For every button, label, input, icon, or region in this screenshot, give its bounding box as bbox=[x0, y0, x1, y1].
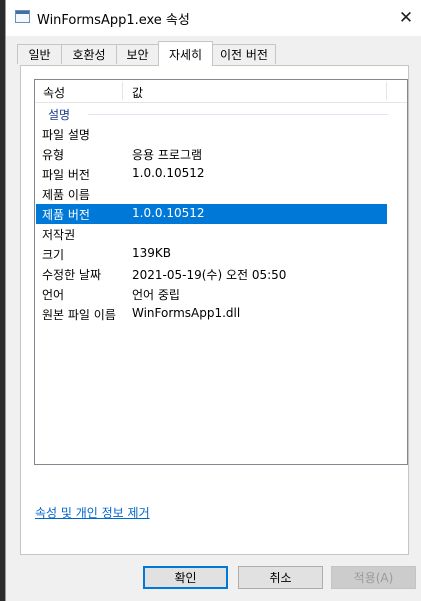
property-name: 크기 bbox=[42, 248, 65, 262]
application-icon bbox=[15, 10, 30, 23]
group-header-description: 설명 bbox=[35, 104, 407, 124]
column-divider[interactable] bbox=[386, 82, 387, 100]
column-header-property[interactable]: 속성 bbox=[43, 84, 65, 101]
list-item[interactable]: 크기 139KB bbox=[35, 244, 407, 264]
property-name: 제품 이름 bbox=[42, 188, 90, 202]
properties-dialog: WinFormsApp1.exe 속성 ✕ 일반 호환성 보안 자세히 이전 버… bbox=[5, 0, 421, 601]
title-bar: WinFormsApp1.exe 속성 ✕ bbox=[6, 0, 421, 36]
list-item-selected[interactable]: 제품 버전 1.0.0.10512 bbox=[36, 204, 387, 224]
apply-button[interactable]: 적용(A) bbox=[331, 566, 416, 589]
property-name: 파일 버전 bbox=[42, 168, 90, 182]
details-panel: 속성 값 설명 파일 설명 유형 응용 프로그램 파일 버전 1.0.0.105… bbox=[20, 65, 409, 555]
property-value: 1.0.0.10512 bbox=[132, 166, 205, 180]
tab-security[interactable]: 보안 bbox=[116, 44, 159, 64]
property-name: 유형 bbox=[42, 148, 65, 162]
property-value: 139KB bbox=[132, 246, 172, 260]
column-header-value[interactable]: 값 bbox=[132, 84, 143, 101]
property-name: 제품 버전 bbox=[42, 208, 90, 222]
property-value: 응용 프로그램 bbox=[132, 148, 203, 162]
property-name: 수정한 날짜 bbox=[42, 268, 102, 282]
tab-details[interactable]: 자세히 bbox=[158, 41, 213, 66]
group-divider bbox=[88, 114, 388, 115]
property-name: 파일 설명 bbox=[42, 128, 90, 142]
property-name: 저작권 bbox=[42, 228, 76, 242]
property-list[interactable]: 속성 값 설명 파일 설명 유형 응용 프로그램 파일 버전 1.0.0.105… bbox=[34, 79, 408, 465]
tab-previous-versions[interactable]: 이전 버전 bbox=[212, 44, 276, 64]
list-header: 속성 값 bbox=[35, 80, 407, 103]
property-value: 2021-05-19(수) 오전 05:50 bbox=[132, 268, 287, 282]
tab-compatibility[interactable]: 호환성 bbox=[61, 44, 117, 64]
close-button[interactable]: ✕ bbox=[391, 0, 421, 36]
list-item[interactable]: 제품 이름 bbox=[35, 184, 407, 204]
group-title: 설명 bbox=[48, 108, 71, 122]
list-item[interactable]: 수정한 날짜 2021-05-19(수) 오전 05:50 bbox=[35, 264, 407, 284]
list-item[interactable]: 언어 언어 중립 bbox=[35, 284, 407, 304]
ok-button[interactable]: 확인 bbox=[143, 566, 228, 589]
list-item[interactable]: 파일 설명 bbox=[35, 124, 407, 144]
remove-properties-link[interactable]: 속성 및 개인 정보 제거 bbox=[35, 504, 150, 521]
property-value: WinFormsApp1.dll bbox=[132, 306, 241, 320]
list-item[interactable]: 원본 파일 이름 WinFormsApp1.dll bbox=[35, 304, 407, 324]
column-divider[interactable] bbox=[122, 82, 123, 100]
list-item[interactable]: 유형 응용 프로그램 bbox=[35, 144, 407, 164]
list-item[interactable]: 저작권 bbox=[35, 224, 407, 244]
window-title: WinFormsApp1.exe 속성 bbox=[37, 13, 190, 28]
tab-bar: 일반 호환성 보안 자세히 이전 버전 bbox=[17, 41, 417, 66]
property-value: 언어 중립 bbox=[132, 288, 180, 302]
tab-general[interactable]: 일반 bbox=[17, 44, 62, 64]
property-value: 1.0.0.10512 bbox=[132, 206, 205, 220]
property-name: 언어 bbox=[42, 288, 65, 302]
list-item[interactable]: 파일 버전 1.0.0.10512 bbox=[35, 164, 407, 184]
cancel-button[interactable]: 취소 bbox=[238, 566, 323, 589]
property-name: 원본 파일 이름 bbox=[42, 308, 116, 322]
